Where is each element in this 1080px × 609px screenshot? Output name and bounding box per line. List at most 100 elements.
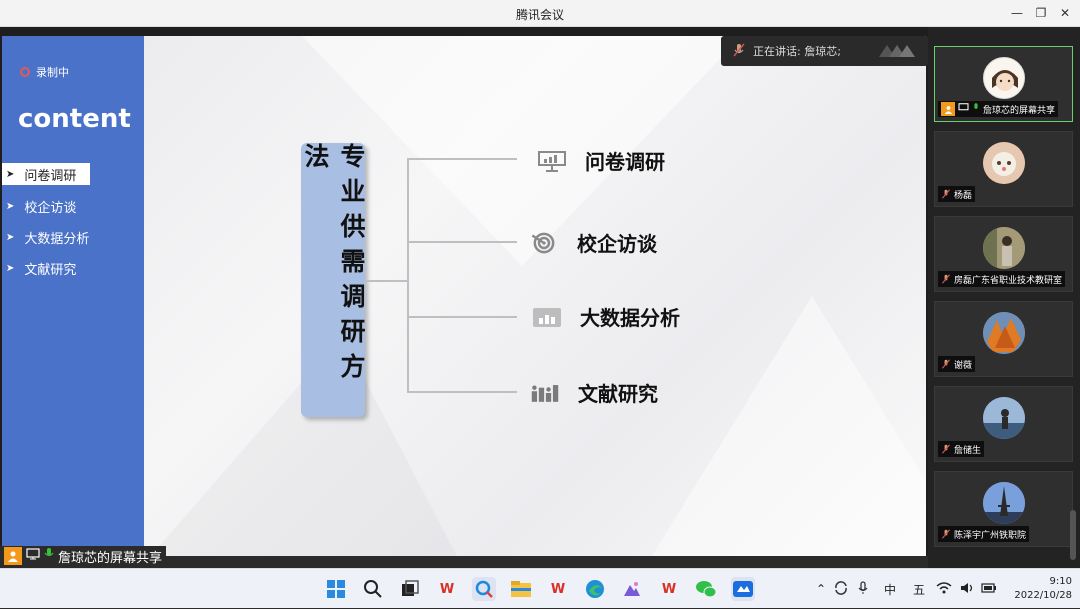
edge-icon[interactable] <box>583 577 607 601</box>
minimize-button[interactable]: — <box>1006 4 1028 22</box>
connector-line <box>407 158 517 160</box>
search-icon[interactable] <box>361 577 385 601</box>
speaking-indicator: 正在讲话: 詹琼芯; <box>721 36 928 66</box>
branch-bigdata: 大数据分析 <box>532 302 680 331</box>
participant-name-tag: 陈泽宇广州铁职院 <box>938 526 1030 542</box>
nav-item-label: 文献研究 <box>24 263 77 278</box>
screen-share-tag: 詹琼芯的屏幕共享 <box>0 546 167 566</box>
taskbar-clock[interactable]: 9:10 2022/10/28 <box>1012 575 1072 603</box>
participant-tile[interactable]: 杨磊 <box>934 131 1073 207</box>
participant-name: 谢薇 <box>954 360 973 371</box>
nav-item-bigdata: ➤ 大数据分析 <box>2 222 144 253</box>
file-explorer-icon[interactable] <box>509 577 533 601</box>
center-title-box: 专业供需调研方法 <box>301 143 366 417</box>
mic-muted-icon <box>941 359 951 369</box>
sync-icon[interactable] <box>830 580 852 598</box>
system-tray: ⌃ 中 五 <box>812 569 1000 609</box>
presentation-board-icon <box>537 149 567 173</box>
user-icon <box>941 102 955 116</box>
avatar <box>983 397 1025 439</box>
avatar <box>983 482 1025 524</box>
branch-label: 大数据分析 <box>580 306 680 330</box>
ime-chinese-indicator[interactable]: 中 <box>874 581 906 598</box>
wifi-icon[interactable] <box>932 581 956 597</box>
avatar <box>983 227 1025 269</box>
arrow-icon: ➤ <box>6 263 15 274</box>
participant-tile[interactable]: 詹琼芯的屏幕共享 <box>934 46 1073 122</box>
clock-date: 2022/10/28 <box>1014 590 1072 601</box>
branch-label: 问卷调研 <box>585 150 665 174</box>
slide-sidebar: 录制中 content ➤ 问卷调研 ➤ 校企访谈 ➤ 大数据分析 ➤ 文献研究 <box>2 36 144 556</box>
avatar <box>983 57 1025 99</box>
connector-line <box>407 391 517 393</box>
windows-start-icon[interactable] <box>324 577 348 601</box>
bar-chart-icon <box>532 305 562 329</box>
participant-tile[interactable]: 陈泽宇广州铁职院 <box>934 471 1073 547</box>
target-icon <box>529 231 559 255</box>
mic-muted-icon <box>941 274 951 284</box>
speaking-label: 正在讲话: 詹琼芯; <box>753 45 841 58</box>
microphone-icon[interactable] <box>852 580 874 598</box>
mic-muted-icon <box>941 444 951 454</box>
participant-name: 詹琼芯的屏幕共享 <box>983 105 1056 116</box>
participant-panel: 詹琼芯的屏幕共享 杨磊 房磊广东省职业技术教研室 谢薇 詹储生 陈泽宇广州铁职院 <box>928 27 1080 568</box>
shared-screen-area: 录制中 content ➤ 问卷调研 ➤ 校企访谈 ➤ 大数据分析 ➤ 文献研究… <box>0 27 928 566</box>
participant-name-tag: 詹储生 <box>938 441 985 457</box>
nav-item-questionnaire: ➤ 问卷调研 <box>2 163 90 185</box>
photos-icon[interactable] <box>620 577 644 601</box>
mic-muted-icon <box>733 43 745 60</box>
task-view-icon[interactable] <box>398 577 422 601</box>
tencent-meeting-icon[interactable] <box>731 577 755 601</box>
participant-tile[interactable]: 詹储生 <box>934 386 1073 462</box>
mic-icon <box>972 102 980 116</box>
volume-icon[interactable] <box>956 582 978 597</box>
nav-item-label: 校企访谈 <box>24 201 77 216</box>
participant-name-tag: 房磊广东省职业技术教研室 <box>938 271 1066 287</box>
mic-muted-icon <box>941 189 951 199</box>
wps-icon[interactable]: W <box>435 577 459 601</box>
battery-icon[interactable] <box>978 582 1000 596</box>
wps-icon[interactable]: W <box>546 577 570 601</box>
slide-decoration <box>652 296 926 556</box>
arrow-icon: ➤ <box>6 232 15 243</box>
nav-item-label: 问卷调研 <box>24 168 77 184</box>
record-icon <box>20 67 30 77</box>
search-app-icon[interactable] <box>472 577 496 601</box>
chevron-up-icon[interactable]: ⌃ <box>812 582 830 596</box>
participant-tile[interactable]: 房磊广东省职业技术教研室 <box>934 216 1073 292</box>
slide-nav: ➤ 问卷调研 ➤ 校企访谈 ➤ 大数据分析 ➤ 文献研究 <box>2 161 144 284</box>
clock-time: 9:10 <box>1049 576 1072 587</box>
mic-icon <box>44 548 54 564</box>
panel-scrollbar[interactable] <box>1070 510 1076 560</box>
volume-bars-icon <box>878 43 915 60</box>
nav-item-literature: ➤ 文献研究 <box>2 253 144 284</box>
wechat-icon[interactable] <box>694 577 718 601</box>
branch-label: 文献研究 <box>578 382 658 406</box>
screen-share-icon <box>26 548 40 564</box>
recording-label: 录制中 <box>36 66 69 79</box>
taskbar: W W W ⌃ 中 五 9:10 2022/10/28 <box>0 568 1080 608</box>
participant-name: 房磊广东省职业技术教研室 <box>954 275 1063 286</box>
recording-indicator: 录制中 <box>20 64 69 80</box>
nav-item-label: 大数据分析 <box>24 232 90 247</box>
participant-name: 詹储生 <box>954 445 982 456</box>
ime-mode-indicator[interactable]: 五 <box>906 581 932 598</box>
window-title: 腾讯会议 <box>515 8 564 22</box>
avatar <box>983 142 1025 184</box>
close-button[interactable]: ✕ <box>1054 4 1076 22</box>
branch-label: 校企访谈 <box>577 232 657 256</box>
branch-interview: 校企访谈 <box>529 228 657 257</box>
restore-button[interactable]: ❐ <box>1030 4 1052 22</box>
connector-line <box>407 241 517 243</box>
center-title: 专业供需调研方法 <box>301 143 366 388</box>
branch-questionnaire: 问卷调研 <box>537 146 665 175</box>
wps-icon[interactable]: W <box>657 577 681 601</box>
screen-share-label: 詹琼芯的屏幕共享 <box>58 550 163 566</box>
participant-name: 杨磊 <box>954 190 973 201</box>
slide-heading: content <box>18 104 131 134</box>
participant-tile[interactable]: 谢薇 <box>934 301 1073 377</box>
participant-name: 陈泽宇广州铁职院 <box>954 530 1027 541</box>
participant-name-tag: 谢薇 <box>938 356 976 372</box>
arrow-icon: ➤ <box>6 168 15 180</box>
window-titlebar: 腾讯会议 — ❐ ✕ <box>0 0 1080 27</box>
